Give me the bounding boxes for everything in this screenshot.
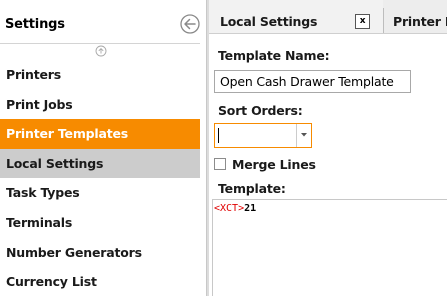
template-tag: <XCT> [214, 203, 245, 214]
template-label: Template: [218, 181, 286, 196]
template-form: Template Name: Open Cash Drawer Template… [209, 34, 447, 296]
nav-item-printers[interactable]: Printers [0, 60, 200, 90]
sort-orders-label: Sort Orders: [218, 103, 303, 118]
app-window: Settings Printers Print Jobs Printer Tem… [0, 0, 447, 296]
template-name-input[interactable]: Open Cash Drawer Template [214, 70, 411, 93]
template-tag-value: 21 [244, 203, 257, 214]
document-tabbar: Local Settings x Printer L [209, 0, 447, 34]
nav-item-print-jobs[interactable]: Print Jobs [0, 90, 200, 120]
circle-arrow-left-icon[interactable] [180, 14, 200, 34]
nav-item-printer-templates[interactable]: Printer Templates [0, 119, 200, 149]
merge-lines-checkbox[interactable] [214, 158, 226, 170]
template-name-label: Template Name: [218, 48, 330, 63]
settings-panel: Settings Printers Print Jobs Printer Tem… [0, 0, 206, 296]
template-editor[interactable]: <XCT>21 [212, 199, 447, 296]
sort-orders-combobox[interactable] [214, 123, 312, 148]
tab-printer-templates[interactable]: Printer L [393, 0, 447, 33]
nav-item-number-generators[interactable]: Number Generators [0, 238, 200, 268]
settings-title: Settings [5, 17, 65, 32]
text-caret [218, 128, 219, 143]
nav-item-terminals[interactable]: Terminals [0, 208, 200, 238]
chevron-down-icon [301, 133, 307, 137]
settings-nav-list: Printers Print Jobs Printer Templates Lo… [0, 60, 200, 296]
template-editor-line: <XCT>21 [214, 203, 256, 214]
sort-orders-dropdown-button[interactable] [296, 124, 311, 147]
nav-item-task-types[interactable]: Task Types [0, 178, 200, 208]
tab-close-button[interactable]: x [355, 14, 370, 29]
nav-item-currency-list[interactable]: Currency List [0, 267, 200, 296]
nav-item-local-settings[interactable]: Local Settings [0, 148, 200, 179]
document-area: Local Settings x Printer L Template Name… [209, 0, 447, 296]
merge-lines-label: Merge Lines [232, 157, 316, 172]
settings-header: Settings [0, 0, 206, 44]
circle-chevron-up-icon[interactable] [95, 45, 107, 57]
tab-printer-label: Printer L [393, 14, 447, 29]
tab-local-settings[interactable]: Local Settings x [209, 0, 383, 33]
tab-separator [383, 8, 384, 33]
tab-local-settings-label: Local Settings [220, 14, 318, 29]
